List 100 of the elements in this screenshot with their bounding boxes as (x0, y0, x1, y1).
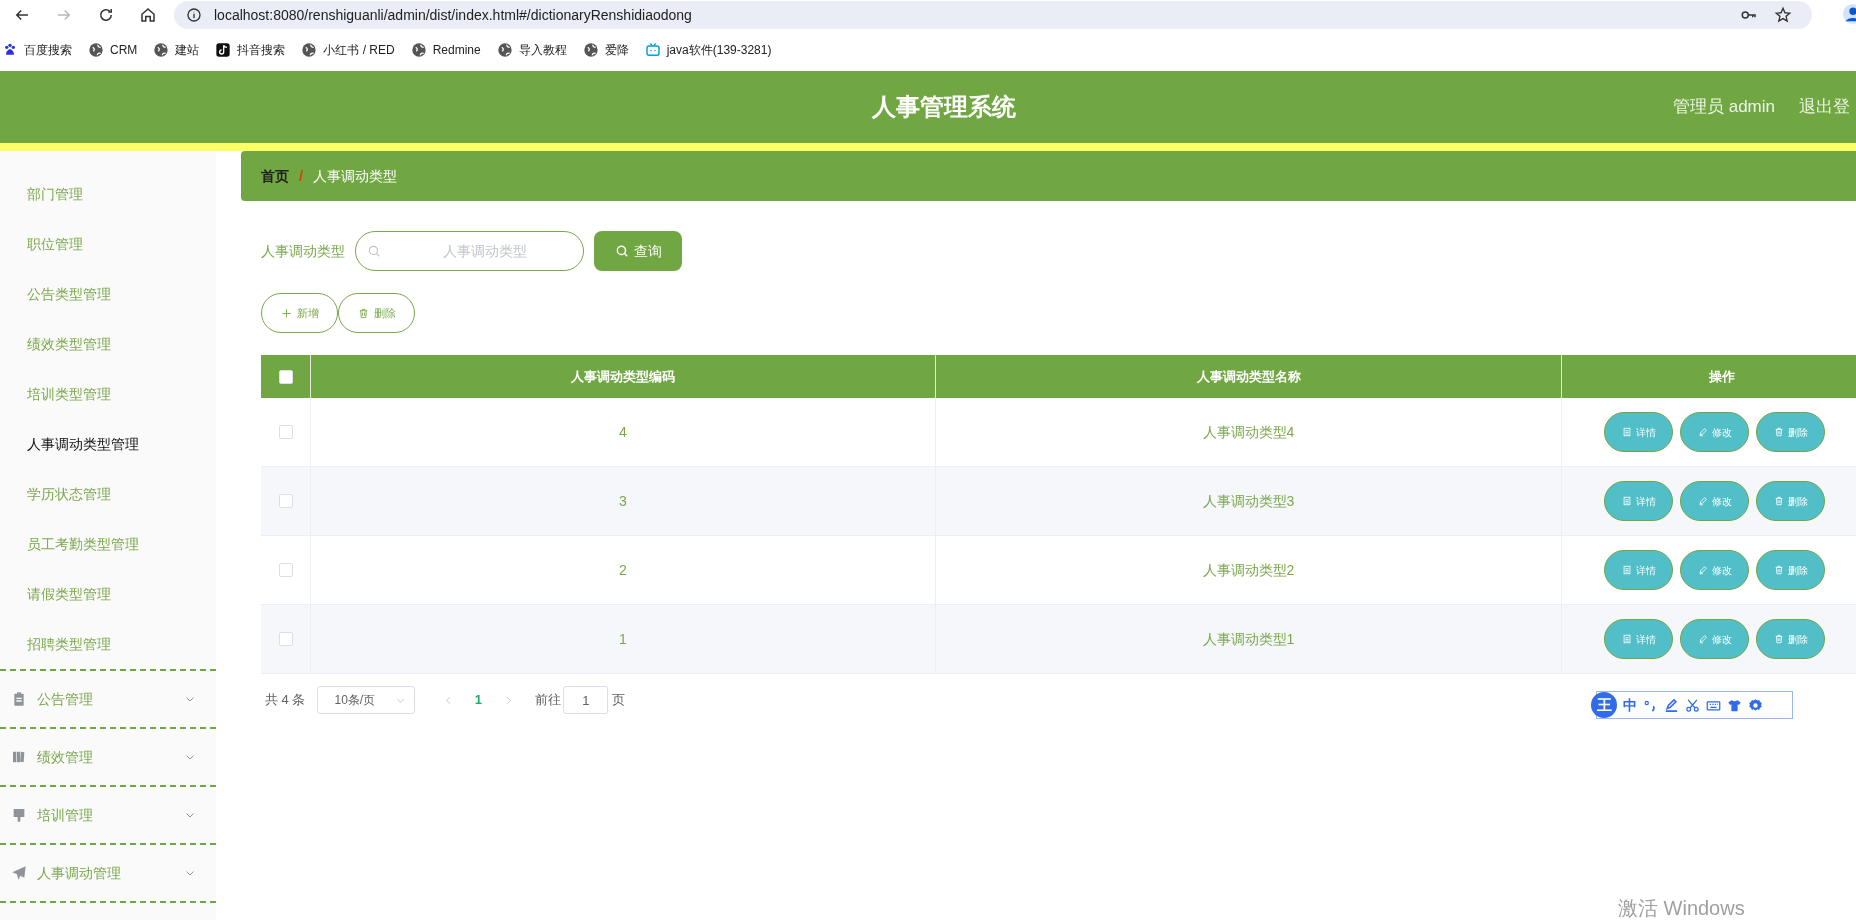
sidebar-item[interactable]: 学历状态管理 (0, 469, 216, 519)
user-label: 管理员 admin (1672, 96, 1775, 119)
table-cell-text: 人事调动类型4 (1202, 422, 1295, 442)
column-header: 操作 (1708, 367, 1735, 386)
sidebar-item[interactable]: 职位管理 (0, 219, 216, 269)
sidebar-item[interactable]: 员工考勤类型管理 (0, 519, 216, 569)
select-all-checkbox[interactable] (278, 369, 293, 384)
pen-icon (1664, 697, 1679, 713)
goto-suffix: 页 (612, 691, 626, 710)
plus-icon (280, 307, 292, 319)
app-title: 人事管理系统 (872, 92, 1016, 122)
search-field[interactable]: 人事调动类型 (355, 231, 584, 271)
url-text: localhost:8080/renshiguanli/admin/dist/index.html#/dictionaryRenshidiaodong (214, 5, 692, 25)
bookmark[interactable]: CRM (88, 41, 138, 59)
pencil-icon (1697, 496, 1708, 506)
sidebar-item[interactable]: 公告类型管理 (0, 269, 216, 319)
bookmark[interactable]: 建站 (153, 41, 200, 59)
menu-group-label: 公告管理 (37, 689, 93, 709)
search-icon (367, 244, 381, 258)
page-number[interactable]: 1 (463, 686, 494, 714)
sidebar-item[interactable]: 培训类型管理 (0, 369, 216, 419)
address-bar[interactable]: localhost:8080/renshiguanli/admin/dist/index.html#/dictionaryRenshidiaodong (174, 1, 1812, 29)
globe-icon (88, 42, 104, 58)
action-button[interactable]: 删除 (1756, 481, 1825, 521)
bookmark[interactable]: java软件(139-3281) (644, 41, 772, 59)
paw-icon (2, 42, 18, 58)
menu-group[interactable]: 人事调动管理 (0, 843, 216, 901)
music-note-icon (215, 42, 232, 58)
ime-mode[interactable]: 中 (1623, 694, 1637, 716)
document-icon (1621, 634, 1632, 644)
logout-link[interactable]: 退出登 (1799, 94, 1850, 120)
search-label: 人事调动类型 (261, 241, 345, 261)
paper-plane-icon (11, 865, 27, 881)
action-button[interactable]: 删除 (1756, 412, 1825, 452)
bookmark[interactable]: 小红书 / RED (301, 41, 395, 59)
action-button[interactable]: 修改 (1680, 412, 1749, 452)
column-header: 人事调动类型名称 (1196, 367, 1301, 386)
globe-icon (153, 42, 170, 58)
page-input[interactable]: 1 (563, 686, 609, 714)
table-cell-text: 3 (619, 491, 627, 511)
action-button[interactable]: 详情 (1604, 412, 1673, 452)
globe-icon (582, 42, 599, 58)
table-cell-text: 人事调动类型2 (1202, 560, 1295, 580)
activation-notice: 激活 Windows (1618, 897, 1745, 919)
scissors-icon (1685, 697, 1700, 713)
table-cell-text: 人事调动类型3 (1202, 491, 1295, 511)
row-checkbox[interactable] (278, 425, 293, 439)
table-cell-text: 1 (619, 629, 627, 649)
trash-icon (1773, 427, 1784, 437)
menu-group[interactable]: 培训管理 (0, 785, 216, 843)
pencil-icon (1697, 565, 1708, 575)
globe-icon (496, 42, 513, 58)
document-icon (1621, 496, 1632, 506)
action-button[interactable]: 修改 (1680, 550, 1749, 590)
action-button[interactable]: 修改 (1680, 481, 1749, 521)
separator-mark: / (299, 165, 304, 186)
table-cell-text: 人事调动类型1 (1202, 629, 1295, 649)
action-button[interactable]: 修改 (1680, 619, 1749, 659)
trash-icon (1773, 565, 1784, 575)
action-button[interactable]: 删除 (1756, 550, 1825, 590)
row-checkbox[interactable] (278, 563, 293, 577)
sidebar-item[interactable]: 请假类型管理 (0, 569, 216, 619)
action-button[interactable]: 详情 (1604, 481, 1673, 521)
trash-icon (1773, 496, 1784, 506)
pencil-icon (1697, 634, 1708, 644)
globe-icon (410, 42, 427, 58)
trash-icon (1773, 634, 1784, 644)
row-checkbox[interactable] (278, 494, 293, 508)
page-size-select[interactable]: 10条/页 (317, 686, 416, 714)
menu-group-label: 绩效管理 (37, 747, 93, 767)
sidebar-item[interactable]: 绩效类型管理 (0, 319, 216, 369)
tv-icon (644, 42, 661, 58)
document-icon (1621, 427, 1632, 437)
action-button[interactable]: 删除 (1756, 619, 1825, 659)
table-cell-text: 2 (619, 560, 627, 580)
total-count: 共 4 条 (265, 691, 306, 710)
sidebar-item[interactable]: 招聘类型管理 (0, 619, 216, 669)
action-button[interactable]: 详情 (1604, 619, 1673, 659)
ime-logo[interactable]: 王 (1591, 692, 1617, 718)
menu-group-label: 培训管理 (37, 805, 93, 825)
bookmark[interactable]: 抖音搜索 (215, 41, 286, 59)
sidebar-item[interactable]: 部门管理 (0, 169, 216, 219)
document-icon (1621, 565, 1632, 575)
book-icon (11, 749, 27, 765)
clipboard-icon (11, 691, 27, 707)
bookmark[interactable]: 爱降 (582, 41, 629, 59)
settings-icon (1748, 697, 1763, 713)
menu-group[interactable]: 绩效管理 (0, 727, 216, 785)
menu-group[interactable]: 公告管理 (0, 669, 216, 727)
sidebar-item[interactable]: 人事调动类型管理 (0, 419, 216, 469)
action-button[interactable]: 详情 (1604, 550, 1673, 590)
search-button[interactable]: 查询 (594, 231, 682, 271)
row-checkbox[interactable] (278, 632, 293, 646)
column-header: 人事调动类型编码 (571, 367, 675, 386)
bookmark[interactable]: 导入教程 (496, 41, 567, 59)
breadcrumb-item[interactable]: 首页 (261, 165, 289, 187)
bookmark[interactable]: Redmine (410, 41, 481, 59)
reload-icon (97, 6, 115, 24)
search-icon (614, 244, 629, 258)
bookmark[interactable]: 百度搜索 (2, 41, 72, 59)
